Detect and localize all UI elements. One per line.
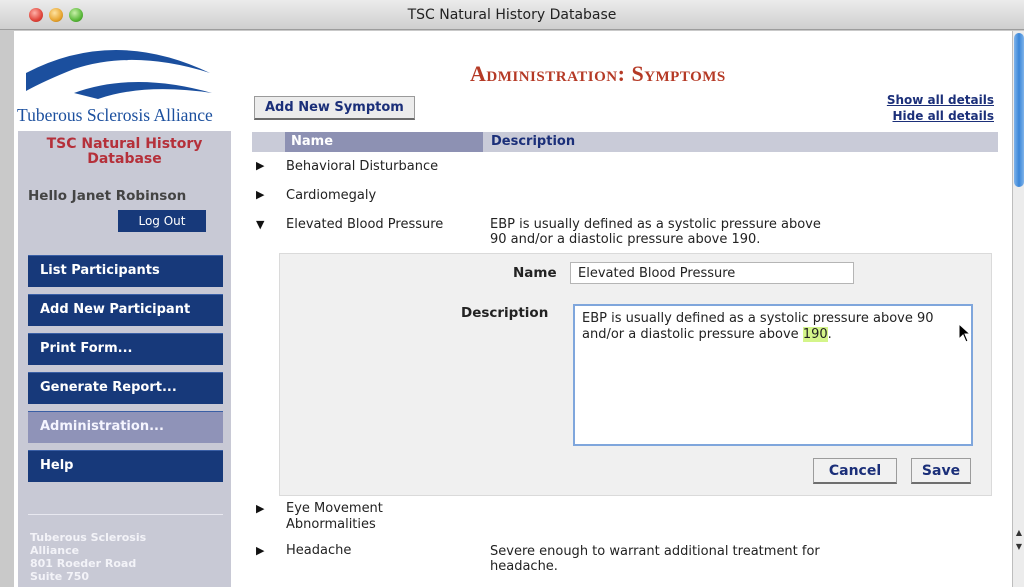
address-line: 801 Roeder Road [30,557,137,570]
scroll-down-arrow-icon[interactable]: ▼ [1014,542,1024,551]
column-header-name[interactable]: Name [285,132,483,152]
database-title-text: TSC Natural History Database [46,136,203,167]
page-content: Tuberous Sclerosis Alliance TSC Natural … [14,31,1012,587]
description-line: Severe enough to warrant additional trea… [490,544,820,559]
nav-help[interactable]: Help [28,450,223,482]
nav-add-new-participant[interactable]: Add New Participant [28,294,223,326]
description-text: . [827,327,832,342]
address-line: Alliance [30,544,80,557]
symptom-name-line: Abnormalities [286,517,376,532]
symptom-name-line: Eye Movement [286,501,383,516]
save-button[interactable]: Save [911,458,971,484]
window-title: TSC Natural History Database [407,7,617,23]
show-all-details-link[interactable]: Show all details [887,93,994,107]
sidebar-divider [28,514,223,515]
logo-text: Tuberous Sclerosis Alliance [17,105,213,125]
collapse-arrow-icon[interactable]: ▼ [256,218,264,231]
expand-arrow-icon[interactable]: ▶ [256,188,264,201]
scrollbar-thumb[interactable] [1014,33,1024,187]
greeting-text: Hello Janet Robinson [28,188,187,204]
symptom-description: Severe enough to warrant additional trea… [490,544,820,574]
description-textarea[interactable]: EBP is usually defined as a systolic pre… [573,304,973,446]
symptom-name[interactable]: Behavioral Disturbance [286,159,438,175]
mouse-cursor-icon [958,323,972,343]
sidebar-panel: TSC Natural History Database Hello Janet… [18,131,231,587]
sidebar: Tuberous Sclerosis Alliance TSC Natural … [14,31,240,587]
description-text: and/or a diastolic pressure above [582,327,803,342]
description-text-line: EBP is usually defined as a systolic pre… [582,311,934,326]
description-label: Description [461,305,549,321]
organization-address: Tuberous Sclerosis Alliance 801 Roeder R… [30,531,146,583]
symptom-name[interactable]: Cardiomegaly [286,188,376,204]
description-line: EBP is usually defined as a systolic pre… [490,217,821,232]
hide-all-details-link[interactable]: Hide all details [893,109,995,123]
logo-swoosh-icon [26,50,212,99]
add-new-symptom-button[interactable]: Add New Symptom [254,96,415,120]
nav-print-form[interactable]: Print Form... [28,333,223,365]
main-area: Administration: Symptoms Add New Symptom… [240,31,1012,587]
description-text-line: and/or a diastolic pressure above 190. [582,327,964,343]
address-line: Suite 750 [30,570,90,583]
expand-arrow-icon[interactable]: ▶ [256,159,264,172]
expand-arrow-icon[interactable]: ▶ [256,544,264,557]
name-field[interactable] [570,262,854,284]
symptom-editor-panel: Name Description EBP is usually defined … [279,253,992,496]
column-header-description[interactable]: Description [491,132,575,152]
scroll-up-arrow-icon[interactable]: ▲ [1014,528,1024,537]
address-line: Tuberous Sclerosis [30,531,147,544]
symptom-name[interactable]: Headache [286,543,351,559]
logout-button[interactable]: Log Out [118,210,206,232]
nav-generate-report[interactable]: Generate Report... [28,372,223,404]
symptom-name[interactable]: Elevated Blood Pressure [286,217,443,233]
vertical-scrollbar[interactable]: ▲ ▼ [1012,31,1024,587]
symptom-name[interactable]: Eye Movement Abnormalities [286,501,383,533]
nav-administration[interactable]: Administration... [28,411,223,443]
description-line: 90 and/or a diastolic pressure above 190… [490,232,761,247]
page-title: Administration: Symptoms [470,61,726,86]
selected-text: 190 [802,327,828,342]
symptom-description: EBP is usually defined as a systolic pre… [490,217,821,247]
name-label: Name [513,265,557,281]
expand-arrow-icon[interactable]: ▶ [256,502,264,515]
tsc-logo[interactable]: Tuberous Sclerosis Alliance [14,31,240,131]
table-header: Name Description [252,132,998,152]
window-titlebar: TSC Natural History Database [0,0,1024,30]
cancel-button[interactable]: Cancel [813,458,897,484]
database-title: TSC Natural History Database [18,137,231,167]
nav-list-participants[interactable]: List Participants [28,255,223,287]
description-line: headache. [490,559,558,574]
